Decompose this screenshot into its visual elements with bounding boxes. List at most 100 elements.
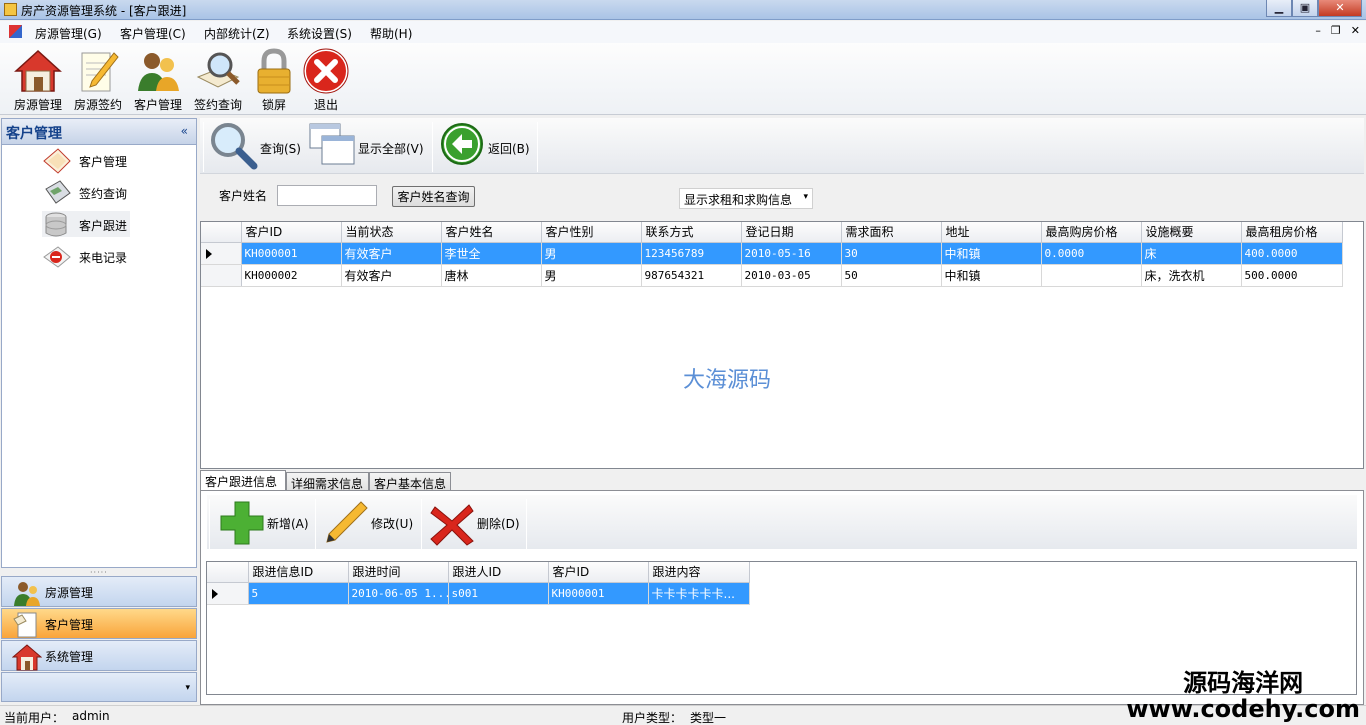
back-arrow-icon (441, 123, 483, 165)
nav-item-call-records[interactable]: 来电记录 (42, 243, 130, 269)
grid-cell[interactable]: 50 (841, 264, 942, 287)
menu-customer[interactable]: 客户管理(C) (120, 25, 186, 42)
menu-house[interactable]: 房源管理(G) (35, 25, 102, 42)
toolbar-exit-button[interactable]: 退出 (297, 47, 355, 113)
toolbar-contract-query-button[interactable]: 签约查询 (189, 47, 247, 113)
menu-settings[interactable]: 系统设置(S) (287, 25, 352, 42)
grid-cell[interactable]: 有效客户 (341, 242, 442, 265)
grid-cell[interactable]: 男 (541, 264, 642, 287)
grid-cell[interactable]: 123456789 (641, 242, 742, 265)
mdi-close-icon[interactable]: ✕ (1351, 24, 1360, 37)
grid-cell[interactable]: KH000001 (241, 242, 342, 265)
corner-watermark: 源码海洋网 www.codehy.com (1126, 669, 1360, 723)
customer-name-input[interactable] (277, 185, 377, 206)
table-row[interactable]: 5 2010-06-05 1... s001 KH000001 卡卡卡卡卡卡..… (207, 582, 750, 605)
grid-cell[interactable]: 987654321 (641, 264, 742, 287)
grid-cell[interactable]: s001 (448, 582, 549, 605)
grid-cell[interactable]: 唐林 (441, 264, 542, 287)
table-row[interactable]: KH000002 有效客户 唐林 男 987654321 2010-03-05 … (201, 264, 1343, 287)
toolbar-contract-button[interactable]: 房源签约 (69, 47, 127, 113)
grid-cell[interactable]: 400.0000 (1241, 242, 1343, 265)
column-header[interactable]: 跟进时间 (348, 562, 449, 583)
mdi-controls: – ❐ ✕ (1315, 24, 1360, 37)
tab-customer-basic[interactable]: 客户基本信息 (369, 472, 451, 491)
grid-cell[interactable]: 李世全 (441, 242, 542, 265)
grid-cell[interactable]: KH000002 (241, 264, 342, 287)
grid-cell[interactable]: 床 (1141, 242, 1242, 265)
grid-cell[interactable]: 2010-06-05 1... (348, 582, 449, 605)
column-header[interactable]: 设施概要 (1141, 222, 1242, 243)
edit-button[interactable]: 修改(U) (321, 496, 419, 548)
column-header[interactable]: 最高租房价格 (1241, 222, 1343, 243)
row-selector[interactable] (201, 264, 242, 287)
column-header[interactable]: 地址 (941, 222, 1042, 243)
column-header[interactable]: 跟进信息ID (248, 562, 349, 583)
magnifier-book-icon (196, 52, 240, 88)
grid-cell[interactable]: 2010-03-05 (741, 264, 842, 287)
mdi-child-icon[interactable] (9, 25, 22, 38)
column-header[interactable]: 客户ID (548, 562, 649, 583)
close-button[interactable]: ✕ (1318, 0, 1362, 17)
back-button[interactable]: 返回(B) (440, 120, 535, 172)
nav-group-house[interactable]: 房源管理 (1, 576, 197, 607)
query-button[interactable]: 查询(S) (208, 120, 308, 172)
grid-cell[interactable]: 30 (841, 242, 942, 265)
nav-group-system[interactable]: 系统管理 (1, 640, 197, 671)
tab-followup-info[interactable]: 客户跟进信息 (200, 470, 286, 491)
column-header[interactable]: 跟进人ID (448, 562, 549, 583)
nav-item-customer-manage[interactable]: 客户管理 (42, 147, 130, 174)
menu-statistics[interactable]: 内部统计(Z) (204, 25, 270, 42)
grid-cell[interactable]: 2010-05-16 (741, 242, 842, 265)
table-row[interactable]: KH000001 有效客户 李世全 男 123456789 2010-05-16… (201, 242, 1343, 265)
column-header[interactable]: 跟进内容 (648, 562, 750, 583)
nav-item-customer-followup[interactable]: 客户跟进 (42, 211, 130, 237)
grid-cell[interactable]: 男 (541, 242, 642, 265)
toolbar-customer-button[interactable]: 客户管理 (129, 47, 187, 113)
nav-group-customer[interactable]: 客户管理 (1, 608, 197, 639)
users-icon (14, 582, 40, 606)
row-selector[interactable] (207, 582, 249, 605)
grid-cell[interactable]: 中和镇 (941, 242, 1042, 265)
add-button[interactable]: 新增(A) (217, 496, 317, 548)
left-panel-header: 客户管理 « (2, 119, 196, 145)
grid-cell[interactable]: 5 (248, 582, 349, 605)
grid-cell[interactable]: 500.0000 (1241, 264, 1343, 287)
column-header[interactable]: 联系方式 (641, 222, 742, 243)
grid-cell[interactable]: 0.0000 (1041, 242, 1142, 265)
grid-cell[interactable]: 中和镇 (941, 264, 1042, 287)
row-header-corner (207, 562, 249, 583)
mdi-restore-icon[interactable]: ❐ (1331, 24, 1341, 37)
grid-cell[interactable]: 有效客户 (341, 264, 442, 287)
show-all-button[interactable]: 显示全部(V) (308, 120, 428, 172)
grid-cell[interactable]: KH000001 (548, 582, 649, 605)
column-header[interactable]: 最高购房价格 (1041, 222, 1142, 243)
menu-help[interactable]: 帮助(H) (370, 25, 412, 42)
row-selector[interactable] (201, 242, 242, 265)
grid-cell[interactable] (1041, 264, 1142, 287)
delete-button[interactable]: 删除(D) (427, 496, 525, 548)
column-header[interactable]: 客户性别 (541, 222, 642, 243)
column-header[interactable]: 登记日期 (741, 222, 842, 243)
customer-name-label: 客户姓名 (219, 189, 268, 203)
column-header[interactable]: 当前状态 (341, 222, 442, 243)
magnifier-icon (211, 123, 258, 170)
nav-item-contract-query[interactable]: 签约查询 (42, 179, 130, 205)
collapse-icon[interactable]: « (181, 124, 188, 138)
toolbar-house-button[interactable]: 房源管理 (9, 47, 67, 113)
mdi-minimize-icon[interactable]: – (1315, 24, 1321, 37)
customer-name-search-button[interactable]: 客户姓名查询 (392, 186, 475, 207)
column-header[interactable]: 需求面积 (841, 222, 942, 243)
grid-cell[interactable]: 床，洗衣机 (1141, 264, 1242, 287)
chevron-down-icon[interactable]: ▾ (185, 683, 190, 693)
current-user-label: 当前用户： (4, 711, 65, 725)
toolbar-lock-button[interactable]: 锁屏 (245, 47, 303, 113)
customer-grid-header: 客户ID 当前状态 客户姓名 客户性别 联系方式 登记日期 需求面积 地址 最高… (201, 222, 1343, 243)
grid-cell[interactable]: 卡卡卡卡卡卡... (648, 582, 750, 605)
toolbar-grip (203, 122, 204, 172)
minimize-button[interactable]: ▁ (1266, 0, 1292, 17)
info-filter-select[interactable]: 显示求租和求购信息 ▾ (679, 188, 813, 209)
tab-requirement-detail[interactable]: 详细需求信息 (286, 472, 369, 491)
maximize-button[interactable]: ▣ (1292, 0, 1318, 17)
column-header[interactable]: 客户ID (241, 222, 342, 243)
column-header[interactable]: 客户姓名 (441, 222, 542, 243)
